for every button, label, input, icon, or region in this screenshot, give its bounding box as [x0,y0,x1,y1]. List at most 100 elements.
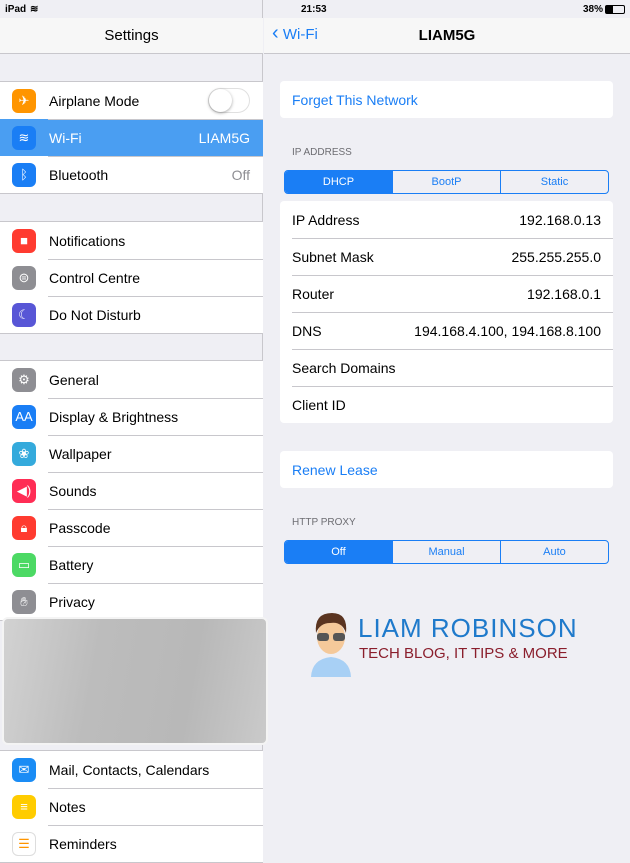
row-label: DNS [292,322,322,339]
control-centre-icon: ⊜ [12,265,36,290]
ip-row-ip-address[interactable]: IP Address 192.168.0.13 [280,201,613,238]
ip-details-card: IP Address 192.168.0.13 Subnet Mask 255.255… [280,201,613,423]
avatar-icon [311,613,351,677]
battery-icon [605,5,625,14]
settings-group: ✉ Mail, Contacts, Calendars ≡ Notes ☰ Reminde… [0,750,263,863]
notes-icon: ≡ [12,794,36,819]
row-label: Search Domains [292,359,396,376]
sidebar-item-value: LIAM5G [198,129,250,146]
sidebar-item-display-brightness[interactable]: AA Display & Brightness [0,398,263,435]
settings-group: ⚙ General AA Display & Brightness ❀ Wallpaper… [0,360,263,621]
row-label: IP Address [292,211,360,228]
sidebar-item-label: Battery [49,556,94,573]
segment-dhcp[interactable]: DHCP [285,171,392,193]
sidebar-item-battery[interactable]: ▭ Battery [0,546,263,583]
watermark-tagline: TECH BLOG, IT TIPS & MORE [359,645,568,662]
sidebar-item-label: General [49,371,99,388]
wifi-signal-icon: ≋ [30,4,39,15]
segment-auto[interactable]: Auto [500,541,608,563]
detail-title: LIAM5G [418,27,476,44]
ip-row-search-domains[interactable]: Search Domains [280,349,613,386]
sidebar-nav-bar: Settings [0,18,263,54]
sidebar-item-label: Sounds [49,482,97,499]
wifi-icon: ≋ [12,125,36,150]
hand-icon: ✋︎ [12,589,36,614]
battery-percent: 38% [583,4,604,15]
device-label: iPad [5,4,27,15]
sidebar-item-label: Control Centre [49,269,141,286]
row-value: 255.255.255.0 [511,248,601,265]
row-label: Router [292,285,335,302]
sidebar-item-label: Airplane Mode [49,92,140,109]
blurred-region [2,617,268,745]
forget-network-button[interactable]: Forget This Network [280,81,613,118]
sidebar-item-wi-fi[interactable]: ≋ Wi-Fi LIAM5G [0,119,263,156]
settings-sidebar: Settings ✈ Airplane Mode ≋ Wi-Fi LIAM5G ᛒ Blue… [0,0,268,863]
sidebar-item-general[interactable]: ⚙ General [0,361,263,398]
sidebar-item-passcode[interactable]: 🔒︎ Passcode [0,509,263,546]
moon-icon: ☾ [12,302,36,327]
speaker-icon: ◀) [12,478,36,503]
sidebar-item-label: Display & Brightness [49,408,179,425]
wifi-detail-pane: ‹ Wi-Fi LIAM5G Forget This Network IP AD… [264,0,630,840]
lock-icon: 🔒︎ [12,515,36,540]
reminders-icon: ☰ [12,831,36,856]
sidebar-item-notifications[interactable]: ■ Notifications [0,222,263,259]
sidebar-item-label: Reminders [49,835,117,852]
settings-group: ✈ Airplane Mode ≋ Wi-Fi LIAM5G ᛒ Bluetooth Off [0,81,263,194]
clock: 21:53 [301,4,327,15]
notifications-icon: ■ [12,228,36,253]
sidebar-item-label: Privacy [49,593,95,610]
sidebar-item-reminders[interactable]: ☰ Reminders [0,825,263,862]
proxy-mode-segmented-control: Off Manual Auto [284,540,609,564]
sidebar-item-label: Notes [49,798,86,815]
sidebar-title: Settings [104,27,159,44]
segment-off[interactable]: Off [285,541,392,563]
sidebar-item-mail-contacts-calendars[interactable]: ✉ Mail, Contacts, Calendars [0,751,263,788]
watermark-name: LIAM ROBINSON [358,613,578,643]
sidebar-item-label: Wi-Fi [49,129,82,146]
battery-icon: ▭ [12,552,36,577]
sidebar-item-sounds[interactable]: ◀) Sounds [0,472,263,509]
ip-mode-segmented-control: DHCP BootP Static [284,170,609,194]
status-bar: iPad ≋ 21:53 38% [0,0,630,18]
ip-row-client-id[interactable]: Client ID [280,386,613,423]
row-value: 194.168.4.100, 194.168.8.100 [414,322,601,339]
row-value: 192.168.0.13 [519,211,601,228]
renew-card: Renew Lease [280,451,613,488]
mail-icon: ✉ [12,757,36,782]
wallpaper-icon: ❀ [12,441,36,466]
segment-manual[interactable]: Manual [392,541,500,563]
sidebar-item-airplane-mode[interactable]: ✈ Airplane Mode [0,82,263,119]
ip-row-subnet-mask[interactable]: Subnet Mask 255.255.255.0 [280,238,613,275]
sidebar-item-label: Notifications [49,232,126,249]
sidebar-item-control-centre[interactable]: ⊜ Control Centre [0,259,263,296]
forget-card: Forget This Network [280,81,613,118]
row-label: Client ID [292,396,346,413]
sidebar-item-bluetooth[interactable]: ᛒ Bluetooth Off [0,156,263,193]
ip-row-router[interactable]: Router 192.168.0.1 [280,275,613,312]
bluetooth-icon: ᛒ [12,162,36,187]
row-label: Subnet Mask [292,248,374,265]
sidebar-item-label: Do Not Disturb [49,306,141,323]
renew-lease-button[interactable]: Renew Lease [280,451,613,488]
ip-address-header: IP ADDRESS [292,147,352,158]
sidebar-item-privacy[interactable]: ✋︎ Privacy [0,583,263,620]
segment-static[interactable]: Static [500,171,608,193]
segment-bootp[interactable]: BootP [392,171,500,193]
airplane-mode-toggle[interactable] [208,88,250,113]
sidebar-item-notes[interactable]: ≡ Notes [0,788,263,825]
sidebar-item-label: Mail, Contacts, Calendars [49,761,210,778]
ip-row-dns[interactable]: DNS 194.168.4.100, 194.168.8.100 [280,312,613,349]
row-value: 192.168.0.1 [527,285,601,302]
detail-nav-bar: ‹ Wi-Fi LIAM5G [264,18,630,54]
sidebar-item-value: Off [231,166,250,183]
sidebar-item-label: Bluetooth [49,166,109,183]
sidebar-item-label: Wallpaper [49,445,112,462]
sidebar-item-label: Passcode [49,519,111,536]
airplane-icon: ✈ [12,88,36,113]
display-icon: AA [12,404,36,429]
sidebar-item-wallpaper[interactable]: ❀ Wallpaper [0,435,263,472]
sidebar-item-do-not-disturb[interactable]: ☾ Do Not Disturb [0,296,263,333]
gear-icon: ⚙ [12,367,36,392]
